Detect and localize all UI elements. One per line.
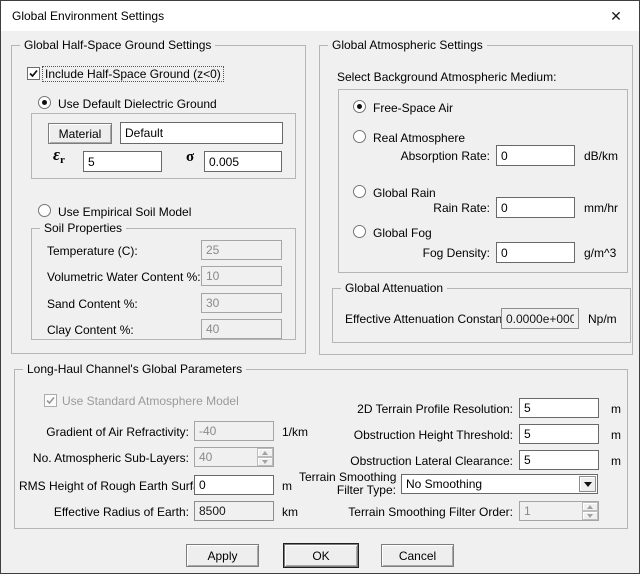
refractivity-unit: 1/km [282, 425, 308, 439]
filter-type-value: No Smoothing [406, 477, 482, 491]
include-halfspace-label[interactable]: Include Half-Space Ground (z<0) [43, 67, 223, 81]
absorption-rate-unit: dB/km [584, 149, 618, 163]
longhaul-title: Long-Haul Channel's Global Parameters [23, 362, 246, 376]
temperature-input [201, 240, 282, 260]
real-atmosphere-radio[interactable] [353, 130, 366, 143]
obstruction-height-input[interactable] [519, 424, 599, 444]
ok-button[interactable]: OK [284, 544, 358, 567]
title-bar: Global Environment Settings ✕ [1, 1, 639, 31]
earth-radius-input [194, 501, 274, 521]
clay-content-input [201, 319, 282, 339]
empirical-soil-radio[interactable] [38, 204, 51, 217]
material-input[interactable] [120, 122, 283, 144]
attenuation-constant-input [501, 308, 579, 329]
filter-order-spinner [582, 502, 598, 520]
global-rain-label: Global Rain [373, 186, 436, 200]
rain-rate-input[interactable] [496, 197, 575, 218]
include-halfspace-checkbox[interactable] [27, 67, 40, 80]
rain-rate-unit: mm/hr [584, 201, 618, 215]
real-atmosphere-label: Real Atmosphere [373, 131, 465, 145]
obstruction-height-label: Obstruction Height Threshold: [331, 428, 513, 442]
global-fog-radio[interactable] [353, 225, 366, 238]
global-fog-label: Global Fog [373, 226, 432, 240]
absorption-rate-label: Absorption Rate: [340, 149, 490, 163]
spin-down-icon [582, 511, 598, 520]
close-icon[interactable]: ✕ [595, 2, 637, 30]
filter-order-label: Terrain Smoothing Filter Order: [331, 505, 513, 519]
sand-content-input [201, 293, 282, 313]
obstruction-lateral-input[interactable] [519, 450, 599, 470]
sublayers-spinner [257, 448, 273, 466]
attenuation-constant-label: Effective Attenuation Constant: [345, 312, 509, 326]
terrain-resolution-unit: m [611, 402, 621, 416]
cancel-button[interactable]: Cancel [381, 544, 454, 567]
spin-down-icon [257, 457, 273, 466]
sublayers-label: No. Atmospheric Sub-Layers: [19, 451, 189, 465]
spin-up-icon [582, 502, 598, 511]
material-button[interactable]: Material [48, 123, 112, 144]
refractivity-label: Gradient of Air Refractivity: [19, 425, 189, 439]
rain-rate-label: Rain Rate: [340, 201, 490, 215]
refractivity-input [194, 421, 274, 441]
free-space-air-radio[interactable] [353, 100, 366, 113]
global-rain-radio[interactable] [353, 185, 366, 198]
soil-row-label: Temperature (C): [47, 244, 138, 258]
window-title: Global Environment Settings [12, 9, 164, 23]
epsilon-label: εr [53, 148, 65, 167]
rms-height-input[interactable] [194, 475, 274, 495]
terrain-resolution-label: 2D Terrain Profile Resolution: [331, 402, 513, 416]
filter-type-label-line1: Terrain Smoothing [299, 470, 396, 484]
sigma-label: σ [186, 150, 194, 164]
filter-type-dropdown[interactable]: No Smoothing [401, 474, 598, 494]
obstruction-lateral-unit: m [611, 454, 621, 468]
standard-atmosphere-checkbox [44, 394, 57, 407]
select-medium-label: Select Background Atmospheric Medium: [337, 70, 556, 84]
spin-up-icon [257, 448, 273, 457]
soil-row-label: Volumetric Water Content %: [47, 270, 201, 284]
check-icon [46, 396, 55, 405]
atmospheric-settings-title: Global Atmospheric Settings [328, 38, 487, 52]
dialog-window: Global Environment Settings ✕ Global Hal… [0, 0, 640, 574]
terrain-resolution-input[interactable] [519, 398, 599, 418]
soil-properties-title: Soil Properties [40, 221, 126, 235]
attenuation-constant-unit: Np/m [588, 312, 617, 326]
absorption-rate-input[interactable] [496, 145, 575, 166]
default-dielectric-radio[interactable] [38, 96, 51, 109]
check-icon [29, 69, 38, 78]
earth-radius-label: Effective Radius of Earth: [19, 505, 189, 519]
apply-button[interactable]: Apply [186, 544, 259, 567]
obstruction-height-unit: m [611, 428, 621, 442]
water-content-input [201, 266, 282, 286]
rms-height-label: RMS Height of Rough Earth Surface: [19, 479, 189, 493]
fog-density-label: Fog Density: [340, 246, 490, 260]
soil-row-label: Sand Content %: [47, 297, 138, 311]
global-attenuation-title: Global Attenuation [341, 281, 447, 295]
sigma-input[interactable] [204, 151, 282, 172]
free-space-air-label: Free-Space Air [373, 101, 453, 115]
default-dielectric-label: Use Default Dielectric Ground [58, 97, 217, 111]
epsilon-input[interactable] [83, 151, 162, 172]
obstruction-lateral-label: Obstruction Lateral Clearance: [331, 454, 513, 468]
dropdown-arrow-icon[interactable] [579, 476, 596, 492]
rms-height-unit: m [282, 479, 292, 493]
filter-type-label-line2: Filter Type: [299, 483, 396, 497]
soil-row-label: Clay Content %: [47, 323, 134, 337]
empirical-soil-label: Use Empirical Soil Model [58, 205, 191, 219]
fog-density-unit: g/m^3 [584, 246, 616, 260]
fog-density-input[interactable] [496, 242, 575, 263]
ground-settings-group-title: Global Half-Space Ground Settings [20, 38, 215, 52]
earth-radius-unit: km [282, 505, 298, 519]
standard-atmosphere-label: Use Standard Atmosphere Model [62, 394, 239, 408]
